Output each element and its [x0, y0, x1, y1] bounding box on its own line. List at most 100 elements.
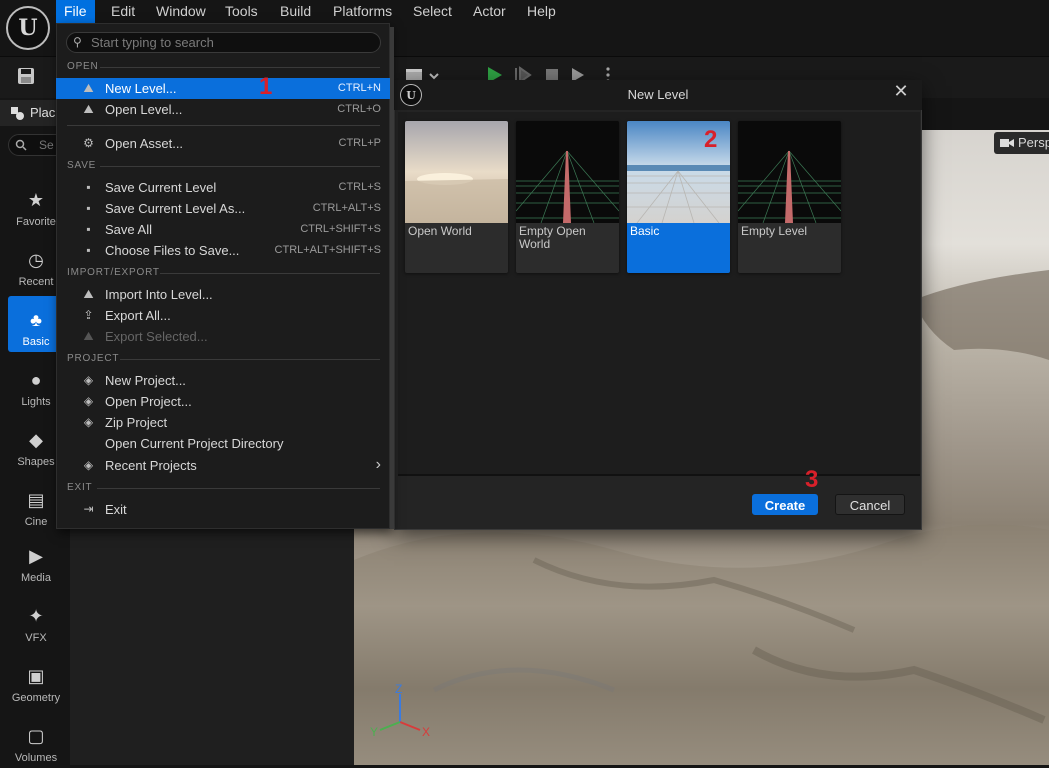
mode-geometry[interactable]: ▣ Geometry — [8, 652, 64, 708]
choose-files-icon: ▪ — [86, 243, 91, 257]
menu-item-save-current-level[interactable]: ▪ Save Current Level CTRL+S — [56, 177, 390, 198]
menu-item-save-all[interactable]: ▪ Save All CTRL+SHIFT+S — [56, 219, 390, 240]
template-open-world[interactable]: Open World — [405, 121, 508, 273]
save-all-icon: ▪ — [86, 222, 91, 236]
cancel-button[interactable]: Cancel — [835, 494, 905, 515]
create-button[interactable]: Create — [752, 494, 818, 515]
section-exit: EXIT — [67, 482, 93, 493]
axis-gizmo: Z X Y — [370, 682, 430, 739]
place-actors-icon — [11, 107, 24, 120]
menu-item-open-asset[interactable]: ⚙ Open Asset... CTRL+P — [56, 133, 390, 154]
mode-label: Cine — [24, 516, 48, 528]
template-empty-level[interactable]: Empty Level — [738, 121, 841, 273]
save-as-icon: ▪ — [86, 201, 91, 215]
template-label: Basic — [630, 224, 660, 238]
menu-item-label: Import Into Level... — [105, 287, 213, 302]
menu-select[interactable]: Select — [405, 0, 460, 23]
annotation-step-1: 1 — [259, 73, 273, 100]
menu-item-import-into-level[interactable]: ⛰ Import Into Level... — [56, 284, 390, 305]
search-icon — [15, 139, 27, 151]
media-icon: ▶ — [29, 545, 43, 566]
menu-tools[interactable]: Tools — [217, 0, 266, 23]
menu-actor[interactable]: Actor — [465, 0, 514, 23]
menu-item-shortcut: CTRL+ALT+SHIFT+S — [274, 244, 381, 256]
save-icon[interactable] — [16, 66, 36, 86]
menu-item-new-project[interactable]: ◈ New Project... — [56, 370, 390, 391]
mode-media[interactable]: ▶ Media — [8, 532, 64, 588]
axis-x-label: X — [422, 725, 430, 739]
menu-item-zip-project[interactable]: ◈ Zip Project — [56, 412, 390, 433]
export-selected-icon: ⛰ — [83, 329, 94, 343]
mode-label: Lights — [21, 396, 51, 408]
file-menu-scrollbar[interactable] — [390, 27, 394, 529]
menu-item-open-project[interactable]: ◈ Open Project... — [56, 391, 390, 412]
annotation-step-2: 2 — [704, 126, 718, 153]
geometry-icon: ▣ — [27, 665, 45, 686]
menu-edit[interactable]: Edit — [103, 0, 143, 23]
menu-item-exit[interactable]: ⇥ Exit — [56, 499, 390, 520]
menu-item-export-selected[interactable]: ⛰ Export Selected... — [56, 326, 390, 347]
empty-level-thumbnail — [738, 121, 841, 223]
menu-item-new-level[interactable]: ⛰ New Level... CTRL+N — [56, 78, 390, 99]
menu-item-label: Save All — [105, 222, 152, 237]
template-label: Open World — [408, 224, 472, 238]
template-empty-open-world[interactable]: Empty Open World — [516, 121, 619, 273]
mode-label: Volumes — [14, 752, 58, 764]
menu-item-label: Choose Files to Save... — [105, 243, 240, 258]
file-menu-search-input[interactable]: ⚲ Start typing to search — [66, 32, 381, 53]
menu-item-label: New Project... — [105, 373, 186, 388]
menu-item-label: Save Current Level — [105, 180, 217, 195]
camera-icon — [1000, 139, 1014, 147]
mode-vfx[interactable]: ✦ VFX — [8, 592, 64, 648]
save-icon: ▪ — [86, 180, 91, 194]
empty-open-world-thumbnail — [516, 121, 619, 223]
mode-label: Recent — [18, 276, 54, 288]
section-divider — [100, 166, 380, 167]
perspective-button[interactable]: Persp — [994, 132, 1049, 154]
unreal-logo[interactable]: U — [6, 6, 50, 50]
menu-item-export-all[interactable]: ⇪ Export All... — [56, 305, 390, 326]
template-label: Empty Open World — [519, 224, 586, 251]
menu-build[interactable]: Build — [272, 0, 319, 23]
menu-item-label: Export All... — [105, 308, 171, 323]
menu-help[interactable]: Help — [519, 0, 564, 23]
menu-window[interactable]: Window — [148, 0, 214, 23]
section-divider — [97, 488, 380, 489]
menu-item-choose-files-to-save[interactable]: ▪ Choose Files to Save... CTRL+ALT+SHIFT… — [56, 240, 390, 261]
menu-item-label: Open Project... — [105, 394, 192, 409]
menu-item-open-level[interactable]: ⛰ Open Level... CTRL+O — [56, 99, 390, 120]
menu-item-shortcut: CTRL+ALT+S — [312, 202, 381, 214]
menu-item-label: Exit — [105, 502, 127, 517]
mode-volumes[interactable]: ▢ Volumes — [8, 712, 64, 768]
menu-item-shortcut: CTRL+S — [338, 181, 382, 193]
template-label: Empty Level — [741, 224, 808, 238]
section-divider — [67, 125, 380, 126]
place-actors-tab-label: Plac — [30, 105, 56, 120]
clapper-icon: ▤ — [27, 489, 45, 510]
annotation-step-3: 3 — [805, 466, 819, 493]
shapes-icon: ♣ — [30, 309, 42, 330]
close-icon[interactable]: ✕ — [890, 80, 912, 102]
open-project-icon: ◈ — [83, 394, 94, 408]
menu-item-shortcut: CTRL+O — [337, 103, 381, 115]
section-open: OPEN — [67, 61, 99, 72]
menu-platforms[interactable]: Platforms — [325, 0, 400, 23]
menu-item-label: Export Selected... — [105, 329, 208, 344]
exit-icon: ⇥ — [83, 502, 94, 516]
chevron-right-icon: › — [375, 456, 381, 473]
menu-item-label: Save Current Level As... — [105, 201, 246, 216]
menu-item-shortcut: CTRL+N — [337, 82, 381, 94]
dialog-title: New Level — [627, 87, 689, 102]
open-world-thumbnail — [405, 121, 508, 223]
shape-icon: ◆ — [29, 429, 43, 450]
import-icon: ⛰ — [83, 287, 94, 301]
mode-label: VFX — [25, 632, 47, 644]
menu-item-recent-projects[interactable]: ◈ Recent Projects › — [56, 455, 390, 476]
menu-item-save-current-level-as[interactable]: ▪ Save Current Level As... CTRL+ALT+S — [56, 198, 390, 219]
star-icon: ★ — [27, 189, 45, 210]
menu-file[interactable]: File — [56, 0, 95, 23]
section-save: SAVE — [67, 160, 97, 171]
menu-item-label: Zip Project — [105, 415, 168, 430]
menu-item-open-project-directory[interactable]: Open Current Project Directory — [56, 433, 390, 454]
new-project-icon: ◈ — [83, 373, 94, 387]
